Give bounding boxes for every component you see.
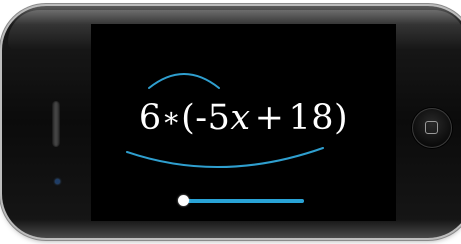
upper-arc	[148, 73, 220, 89]
multiply-operator: ∗	[161, 101, 182, 134]
math-expression[interactable]: 6∗(-5x +18)	[91, 96, 396, 140]
speaker-grille-icon	[52, 101, 60, 147]
home-button-icon	[425, 121, 438, 134]
slider-fill	[183, 199, 304, 203]
camera-icon	[55, 179, 60, 184]
slider-knob[interactable]	[178, 195, 189, 206]
term-coefficient[interactable]: -5	[195, 98, 230, 138]
home-button[interactable]	[412, 108, 452, 148]
plus-operator: +	[254, 98, 285, 138]
lower-arc	[126, 147, 324, 169]
open-paren: (	[181, 98, 196, 138]
device-stage: 6∗(-5x +18)	[0, 0, 461, 244]
coefficient[interactable]: 6	[139, 98, 162, 138]
close-paren: )	[334, 98, 349, 138]
variable[interactable]: x	[230, 98, 250, 138]
app-screen: 6∗(-5x +18)	[91, 24, 396, 221]
step-slider[interactable]	[178, 194, 304, 208]
constant-term[interactable]: 18	[288, 98, 334, 138]
